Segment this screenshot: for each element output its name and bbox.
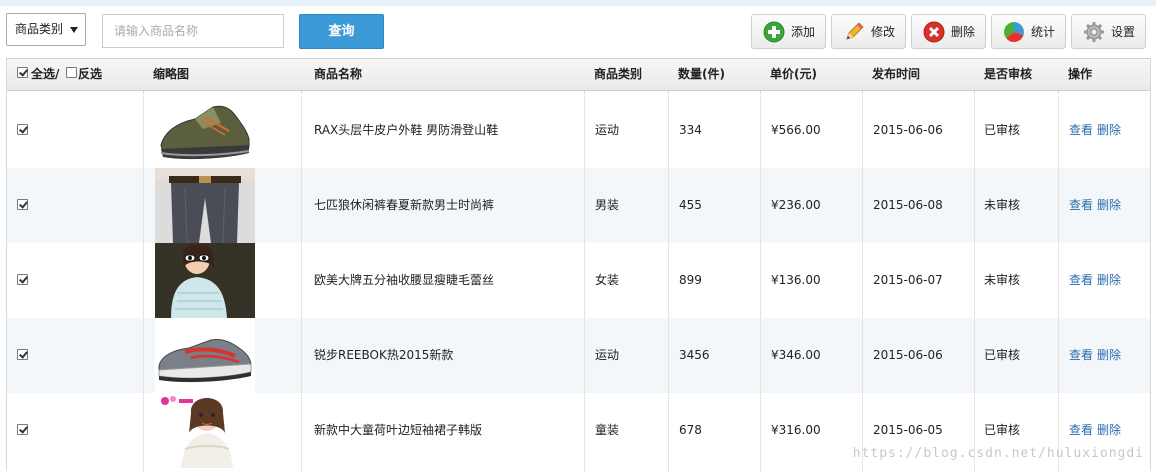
delete-link[interactable]: 删除 bbox=[1097, 243, 1121, 318]
close-circle-icon bbox=[923, 21, 945, 43]
row-checkbox[interactable] bbox=[17, 124, 28, 135]
product-audit-status: 未审核 bbox=[984, 273, 1021, 287]
category-select-value: 商品类别 bbox=[15, 22, 64, 36]
product-date: 2015-06-06 bbox=[873, 123, 943, 137]
column-divider bbox=[1058, 91, 1059, 471]
product-audit-status: 未审核 bbox=[984, 198, 1021, 212]
table-row: RAX头层牛皮户外鞋 男防滑登山鞋 运动 334 ¥566.00 2015-06-06 已… bbox=[7, 93, 1150, 168]
column-divider bbox=[974, 91, 975, 471]
row-checkbox[interactable] bbox=[17, 274, 28, 285]
column-divider bbox=[301, 91, 302, 471]
column-divider bbox=[143, 91, 144, 471]
product-price: ¥346.00 bbox=[771, 348, 821, 362]
product-name: 欧美大牌五分袖收腰显瘦睫毛蕾丝 bbox=[314, 273, 495, 287]
column-divider bbox=[668, 91, 669, 471]
product-category: 运动 bbox=[595, 348, 620, 362]
product-date: 2015-06-06 bbox=[873, 348, 943, 362]
settings-button-label: 设置 bbox=[1111, 25, 1136, 39]
product-thumbnail bbox=[155, 168, 255, 244]
product-qty: 678 bbox=[679, 423, 702, 437]
product-thumbnail bbox=[155, 243, 255, 318]
search-input[interactable] bbox=[102, 14, 284, 48]
delete-button-label: 删除 bbox=[951, 25, 976, 39]
delete-link[interactable]: 删除 bbox=[1097, 168, 1121, 243]
gear-icon bbox=[1084, 22, 1104, 42]
column-divider bbox=[760, 91, 761, 471]
product-category: 运动 bbox=[595, 123, 620, 137]
view-link[interactable]: 查看 bbox=[1069, 243, 1093, 318]
edit-button[interactable]: 修改 bbox=[831, 14, 906, 49]
invert-label[interactable]: 反选 bbox=[78, 59, 102, 90]
select-all-label[interactable]: 全选/ bbox=[31, 59, 59, 90]
product-price: ¥136.00 bbox=[771, 273, 821, 287]
stats-button[interactable]: 统计 bbox=[991, 14, 1066, 49]
product-category: 童装 bbox=[595, 423, 620, 437]
row-checkbox[interactable] bbox=[17, 424, 28, 435]
add-button-label: 添加 bbox=[791, 25, 816, 39]
product-name: 七匹狼休闲裤春夏新款男士时尚裤 bbox=[314, 198, 495, 212]
settings-button[interactable]: 设置 bbox=[1071, 14, 1146, 49]
product-date: 2015-06-07 bbox=[873, 273, 943, 287]
delete-link[interactable]: 删除 bbox=[1097, 318, 1121, 393]
product-qty: 455 bbox=[679, 198, 702, 212]
header-date: 发布时间 bbox=[872, 67, 921, 81]
delete-button[interactable]: 删除 bbox=[911, 14, 986, 49]
select-all-checkbox[interactable] bbox=[17, 67, 28, 78]
table-row: 欧美大牌五分袖收腰显瘦睫毛蕾丝 女装 899 ¥136.00 2015-06-07 未审核… bbox=[7, 243, 1150, 318]
header-name: 商品名称 bbox=[314, 67, 363, 81]
product-price: ¥316.00 bbox=[771, 423, 821, 437]
chevron-down-icon bbox=[70, 27, 78, 33]
query-button[interactable]: 查询 bbox=[299, 14, 384, 49]
product-name: RAX头层牛皮户外鞋 男防滑登山鞋 bbox=[314, 123, 499, 137]
invert-checkbox[interactable] bbox=[66, 67, 77, 78]
delete-link[interactable]: 删除 bbox=[1097, 93, 1121, 168]
table-header: 全选/ 反选 缩略图 商品名称 商品类别 数量(件) 单价(元) 发布时间 是否… bbox=[7, 58, 1150, 91]
product-thumbnail bbox=[155, 393, 255, 468]
toolbar: 商品类别 查询 添加 修改 删除 bbox=[0, 6, 1156, 58]
column-divider bbox=[862, 91, 863, 471]
product-category: 女装 bbox=[595, 273, 620, 287]
product-price: ¥566.00 bbox=[771, 123, 821, 137]
product-category: 男装 bbox=[595, 198, 620, 212]
add-button[interactable]: 添加 bbox=[751, 14, 826, 49]
table-row: 锐步REEBOK热2015新款 运动 3456 ¥346.00 2015-06-06 已审… bbox=[7, 318, 1150, 393]
product-table: 全选/ 反选 缩略图 商品名称 商品类别 数量(件) 单价(元) 发布时间 是否… bbox=[6, 58, 1151, 471]
view-link[interactable]: 查看 bbox=[1069, 318, 1093, 393]
product-qty: 899 bbox=[679, 273, 702, 287]
header-price: 单价(元) bbox=[770, 67, 817, 81]
pie-chart-icon bbox=[1004, 22, 1024, 42]
product-thumbnail bbox=[155, 318, 255, 393]
product-thumbnail bbox=[155, 93, 255, 168]
product-qty: 334 bbox=[679, 123, 702, 137]
header-category: 商品类别 bbox=[594, 67, 643, 81]
table-row: 七匹狼休闲裤春夏新款男士时尚裤 男装 455 ¥236.00 2015-06-08 未审核… bbox=[7, 168, 1150, 244]
row-checkbox[interactable] bbox=[17, 199, 28, 210]
pencil-icon bbox=[846, 22, 864, 40]
header-qty: 数量(件) bbox=[678, 67, 725, 81]
product-audit-status: 已审核 bbox=[984, 348, 1021, 362]
product-price: ¥236.00 bbox=[771, 198, 821, 212]
header-audit: 是否审核 bbox=[984, 67, 1033, 81]
edit-button-label: 修改 bbox=[871, 25, 896, 39]
row-checkbox[interactable] bbox=[17, 349, 28, 360]
column-divider bbox=[584, 91, 585, 471]
product-name: 锐步REEBOK热2015新款 bbox=[314, 348, 454, 362]
header-thumb: 缩略图 bbox=[153, 67, 190, 81]
plus-circle-icon bbox=[763, 21, 785, 43]
watermark: https://blog.csdn.net/huluxiongdi bbox=[852, 446, 1144, 461]
stats-button-label: 统计 bbox=[1031, 25, 1056, 39]
product-date: 2015-06-08 bbox=[873, 198, 943, 212]
product-audit-status: 已审核 bbox=[984, 123, 1021, 137]
view-link[interactable]: 查看 bbox=[1069, 93, 1093, 168]
product-name: 新款中大童荷叶边短袖裙子韩版 bbox=[314, 423, 483, 437]
category-select[interactable]: 商品类别 bbox=[6, 13, 86, 46]
view-link[interactable]: 查看 bbox=[1069, 168, 1093, 243]
header-ops: 操作 bbox=[1068, 67, 1093, 81]
product-qty: 3456 bbox=[679, 348, 710, 362]
